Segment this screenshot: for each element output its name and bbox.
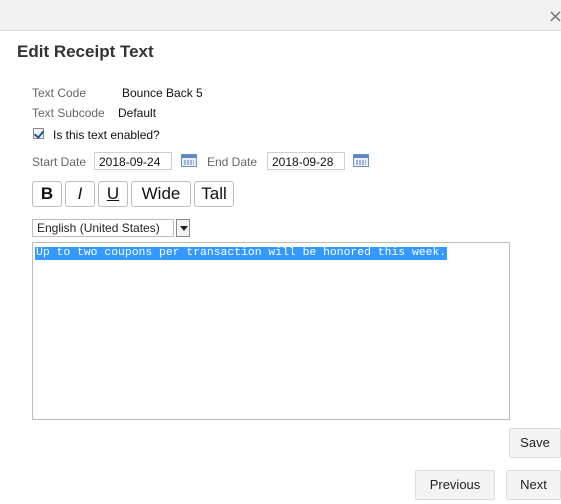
calendar-icon[interactable] <box>181 154 197 167</box>
underline-button[interactable]: U <box>98 181 128 207</box>
text-code-value: Bounce Back 5 <box>122 86 203 100</box>
previous-button[interactable]: Previous <box>415 470 495 500</box>
enabled-checkbox-label[interactable]: Is this text enabled? <box>53 128 160 142</box>
chevron-down-icon[interactable] <box>176 219 190 237</box>
next-button[interactable]: Next <box>506 470 561 500</box>
dialog-title: Edit Receipt Text <box>17 42 154 61</box>
language-select[interactable]: English (United States) <box>32 219 174 237</box>
receipt-text-editor[interactable]: Up to two coupons per transaction will b… <box>32 242 510 420</box>
save-button[interactable]: Save <box>509 428 561 458</box>
end-date-input[interactable]: 2018-09-28 <box>267 152 345 170</box>
start-date-label: Start Date <box>32 155 87 169</box>
text-code-label: Text Code <box>32 86 87 100</box>
calendar-icon[interactable] <box>353 154 369 167</box>
italic-button[interactable]: I <box>65 181 95 207</box>
selected-receipt-text[interactable]: Up to two coupons per transaction will b… <box>35 247 448 260</box>
text-subcode-value: Default <box>118 106 157 120</box>
start-date-input[interactable]: 2018-09-24 <box>94 152 172 170</box>
bold-button[interactable]: B <box>32 181 62 207</box>
enabled-checkbox[interactable] <box>33 128 44 139</box>
text-subcode-label: Text Subcode <box>32 106 105 120</box>
end-date-label: End Date <box>207 155 258 169</box>
close-icon[interactable]: × <box>548 8 561 26</box>
wide-button[interactable]: Wide <box>131 181 191 207</box>
tall-button[interactable]: Tall <box>194 181 234 207</box>
dialog-titlebar: × <box>0 0 561 31</box>
